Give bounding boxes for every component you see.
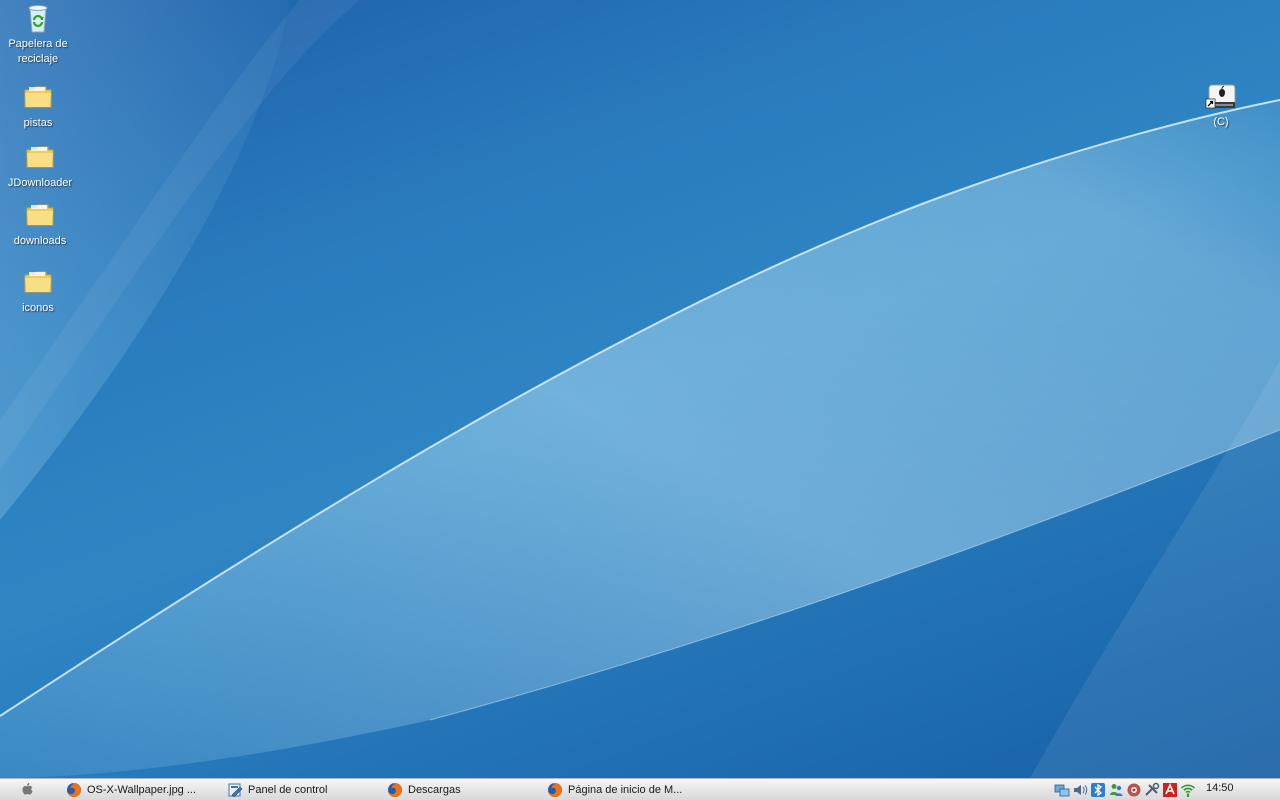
taskbar-task-label: OS-X-Wallpaper.jpg ... xyxy=(87,783,197,796)
desktop-icon-folder-jdownloader[interactable]: JDownloader xyxy=(2,141,78,191)
taskbar-task-control-panel[interactable]: Panel de control xyxy=(227,780,382,799)
desktop-icon-label: (C) xyxy=(1213,116,1229,128)
network-icon[interactable] xyxy=(1054,782,1070,798)
folder-icon xyxy=(26,146,54,168)
tool-icon[interactable] xyxy=(1144,782,1160,798)
desktop-icon-label: JDownloader xyxy=(7,177,73,189)
desktop-icon-label: pistas xyxy=(23,117,53,129)
desktop[interactable]: Papelera de reciclaje pistas JDownloader… xyxy=(0,0,1280,778)
desktop-icon-folder-downloads[interactable]: downloads xyxy=(2,199,78,249)
desktop-icon-label: iconos xyxy=(22,302,54,314)
recycle-bin-icon xyxy=(28,5,48,33)
antivirus-icon[interactable] xyxy=(1162,782,1178,798)
desktop-icon-recycle-bin[interactable]: Papelera de reciclaje xyxy=(0,2,76,67)
folder-icon xyxy=(26,204,54,226)
drive-shortcut-icon xyxy=(1205,84,1236,109)
taskbar: OS-X-Wallpaper.jpg ... Panel de control … xyxy=(0,778,1280,800)
taskbar-task-label: Descargas xyxy=(408,783,461,796)
taskbar-task-label: Página de inicio de M... xyxy=(568,783,683,796)
bluetooth-icon[interactable] xyxy=(1090,782,1106,798)
taskbar-task-downloads[interactable]: Descargas xyxy=(387,780,542,799)
desktop-icon-label: downloads xyxy=(13,235,67,247)
desktop-icon-folder-iconos[interactable]: iconos xyxy=(0,266,76,316)
control-panel-icon xyxy=(228,783,243,797)
taskbar-task-label: Panel de control xyxy=(248,783,328,796)
system-tray xyxy=(1054,781,1198,798)
desktop-icon-drive-c[interactable]: (C) xyxy=(1183,80,1259,130)
firefox-icon xyxy=(388,782,402,797)
apple-icon xyxy=(22,782,33,795)
security-icon[interactable] xyxy=(1126,782,1142,798)
taskbar-task-homepage[interactable]: Página de inicio de M... xyxy=(547,780,702,799)
wifi-icon[interactable] xyxy=(1180,782,1196,798)
taskbar-task-wallpaper[interactable]: OS-X-Wallpaper.jpg ... xyxy=(66,780,221,799)
folder-icon xyxy=(24,271,52,293)
wallpaper xyxy=(0,0,1280,778)
start-button[interactable] xyxy=(14,781,40,798)
desktop-icon-folder-pistas[interactable]: pistas xyxy=(0,81,76,131)
messenger-icon[interactable] xyxy=(1108,782,1124,798)
volume-icon[interactable] xyxy=(1072,782,1088,798)
taskbar-clock[interactable]: 14:50 xyxy=(1206,782,1234,794)
firefox-icon xyxy=(67,782,81,797)
folder-icon xyxy=(24,86,52,108)
desktop-icon-label: Papelera de reciclaje xyxy=(8,38,68,65)
firefox-icon xyxy=(548,782,562,797)
